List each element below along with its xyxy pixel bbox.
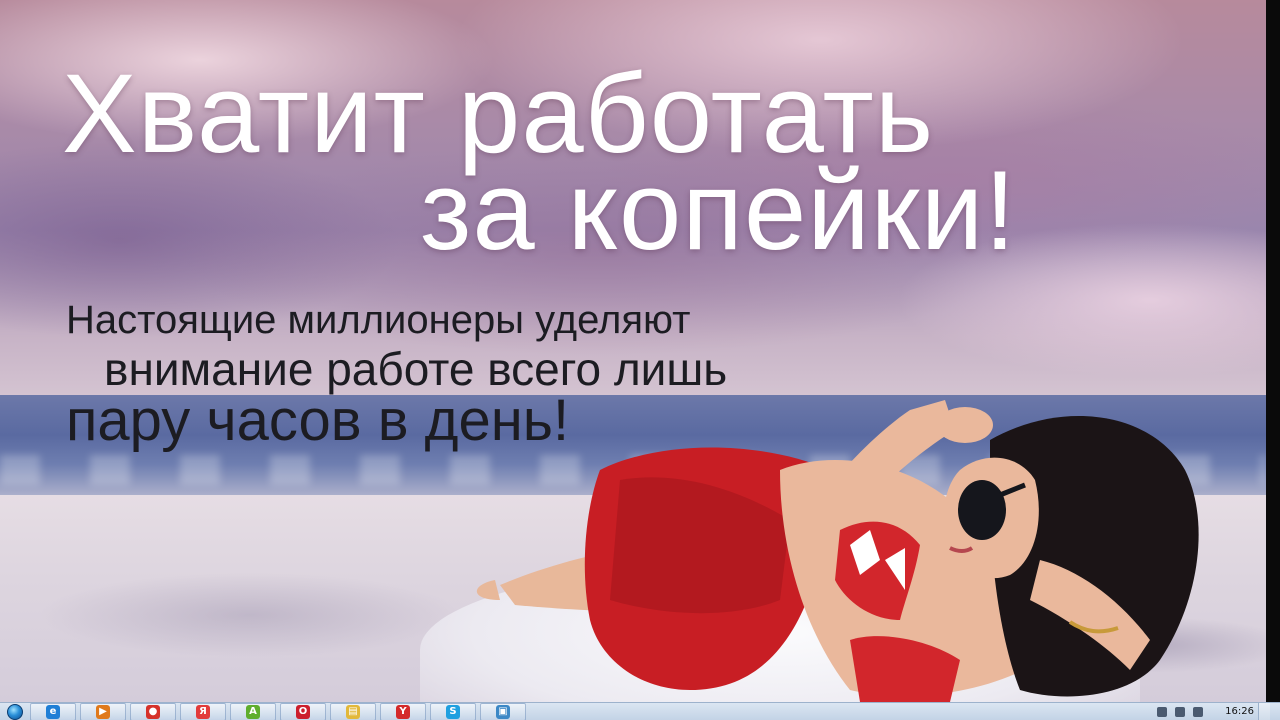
media-player-icon: ▶ — [96, 704, 110, 719]
headline-line-2: за копейки! — [420, 148, 1017, 273]
windows-logo-icon — [7, 703, 23, 720]
subheading-line-3: пару часов в день! — [66, 388, 570, 453]
taskbar-app-android-app[interactable]: A — [230, 702, 276, 720]
chrome-icon: ● — [146, 704, 160, 719]
taskbar-app-opera[interactable]: O — [280, 702, 326, 720]
taskbar-app-skype[interactable]: S — [430, 702, 476, 720]
taskbar-pinned-apps: e ▶ ● Я A O ▤ Y S ▣ — [30, 702, 530, 720]
taskbar-app-yandex-browser[interactable]: Y — [380, 702, 426, 720]
tray-arrow-icon[interactable] — [1157, 706, 1168, 717]
start-button[interactable] — [0, 703, 30, 720]
opera-icon: O — [296, 704, 310, 719]
file-explorer-icon: ▤ — [346, 704, 360, 719]
screen-edge-strip — [1266, 0, 1280, 702]
taskbar-app-file-explorer[interactable]: ▤ — [330, 702, 376, 720]
taskbar-app-yandex-app[interactable]: Я — [180, 702, 226, 720]
taskbar-app-chrome[interactable]: ● — [130, 702, 176, 720]
android-app-icon: A — [246, 704, 260, 719]
skype-icon: S — [446, 704, 460, 719]
taskbar-app-image-viewer[interactable]: ▣ — [480, 702, 526, 720]
volume-icon[interactable] — [1193, 706, 1204, 717]
subheading-line-1: Настоящие миллионеры уделяют — [66, 298, 691, 342]
ad-image: Хватит работать за копейки! Настоящие ми… — [0, 0, 1266, 702]
taskbar-app-internet-explorer[interactable]: e — [30, 702, 76, 720]
show-desktop-button[interactable] — [1258, 702, 1270, 720]
yandex-app-icon: Я — [196, 704, 210, 719]
internet-explorer-icon: e — [46, 704, 60, 719]
taskbar-app-media-player[interactable]: ▶ — [80, 702, 126, 720]
network-icon[interactable] — [1175, 706, 1186, 717]
clock[interactable]: 16:26 — [1225, 706, 1254, 717]
yandex-browser-icon: Y — [396, 704, 410, 719]
system-tray: 16:26 — [1153, 702, 1280, 720]
image-viewer-icon: ▣ — [496, 704, 510, 719]
windows-taskbar: e ▶ ● Я A O ▤ Y S ▣ 16:26 — [0, 702, 1280, 720]
subheading-line-2: внимание работе всего лишь — [104, 343, 728, 395]
